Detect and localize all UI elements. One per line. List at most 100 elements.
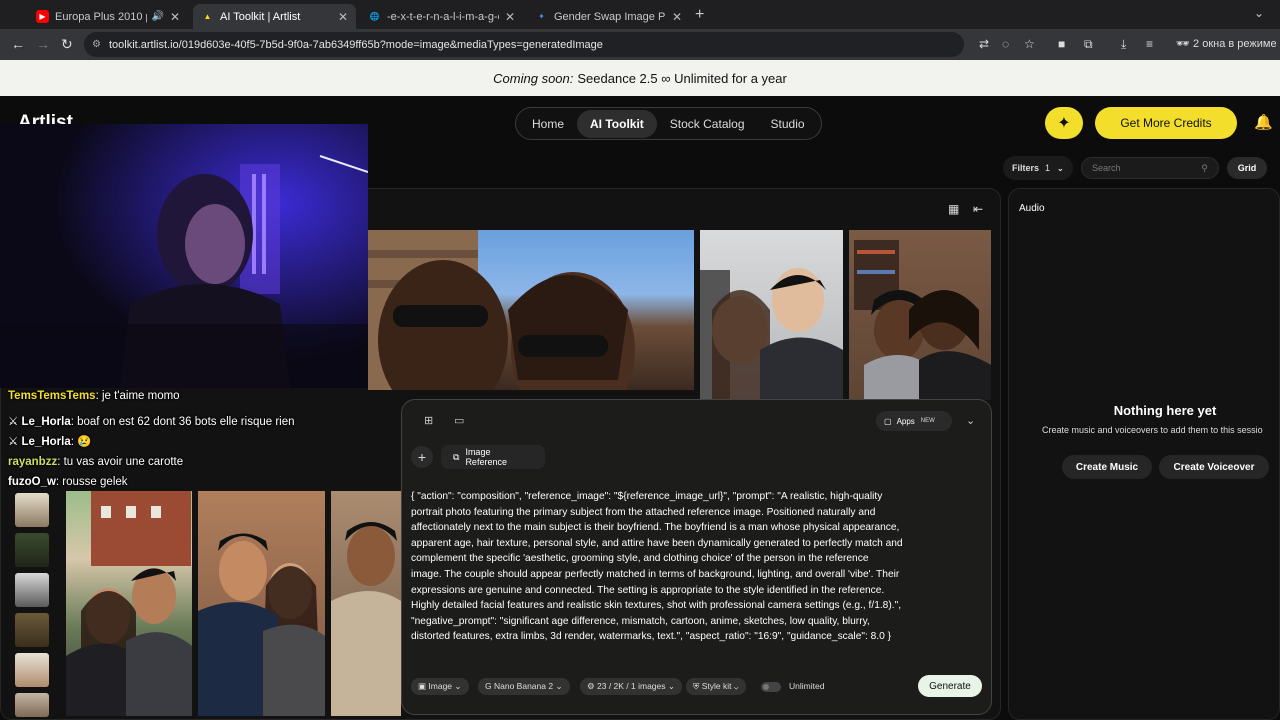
chat-user: TemsTemsTems — [8, 390, 96, 402]
generated-image-5[interactable] — [198, 491, 325, 716]
create-voiceover-button[interactable]: Create Voiceover — [1159, 455, 1269, 479]
reference-thumbnail[interactable] — [15, 573, 49, 607]
speaker-icon[interactable]: 🔊 — [151, 11, 163, 22]
incognito-windows[interactable]: 🕶 2 окна в режиме инко — [1176, 37, 1280, 50]
browser-tab-gender-swap[interactable]: ✦ Gender Swap Image Prompt - ✕ — [527, 4, 690, 29]
nav-studio[interactable]: Studio — [758, 110, 818, 138]
mod-badge-icon: ⚔ — [8, 416, 19, 428]
get-more-credits-button[interactable]: Get More Credits — [1095, 107, 1237, 139]
browser-tab-external-image[interactable]: 🌐 -e-x-t-e-r-n-a-l-i-m-a-g-e-t- ✕ — [360, 4, 523, 29]
create-music-button[interactable]: Create Music — [1062, 455, 1152, 479]
couple-photo-2 — [700, 268, 843, 400]
chevron-down-icon[interactable]: ⌄ — [966, 414, 975, 427]
unlimited-label: Unlimited — [789, 681, 825, 691]
browser-toolbar: ← → ↻ ⚙ toolkit.artlist.io/019d603e-40f5… — [0, 29, 1280, 60]
chat-message: TemsTemsTems: je t'aime momo — [8, 390, 180, 402]
tab-search-icon[interactable]: ⌄ — [1254, 6, 1264, 20]
close-icon[interactable]: ✕ — [338, 10, 348, 24]
chat-message: ⚔ Le_Horla: boaf on est 62 dont 36 bots … — [8, 414, 295, 428]
chevron-down-icon: ⌄ — [555, 680, 563, 691]
generated-image-2[interactable] — [700, 230, 843, 400]
artlist-icon: ▲ — [203, 12, 212, 21]
audio-panel — [1008, 188, 1280, 720]
search-icon: ⚲ — [1201, 162, 1208, 173]
generated-image-4[interactable] — [66, 491, 192, 716]
chevron-down-icon: ⌄ — [1057, 163, 1064, 173]
unlimited-toggle[interactable] — [761, 682, 781, 692]
tab-title: Gender Swap Image Prompt - — [554, 10, 666, 23]
style-kit-select[interactable]: ⛨ Style kit ⌄ — [686, 677, 746, 695]
tab-title: AI Toolkit | Artlist — [220, 10, 301, 23]
mode-select[interactable]: ▣ Image ⌄ — [411, 677, 469, 695]
grid-view-button[interactable]: Grid — [1227, 157, 1267, 179]
browser-tab-bar: ▶ Europa Plus 2010 playlist - 🔊 ✕ ▲ AI T… — [0, 0, 1280, 29]
generate-button[interactable]: Generate — [918, 675, 982, 697]
chevron-down-icon: ⌄ — [454, 680, 462, 691]
chat-bubble-icon[interactable]: ▭ — [454, 414, 464, 427]
reference-thumbnail[interactable] — [15, 533, 49, 567]
search-input[interactable]: Search ⚲ — [1081, 157, 1219, 179]
grid-icon[interactable]: ▦ — [948, 202, 959, 216]
browser-tab-youtube[interactable]: ▶ Europa Plus 2010 playlist - 🔊 ✕ — [28, 4, 188, 29]
chat-message: fuzoO_w: rousse gelek — [8, 476, 128, 488]
image-reference-button[interactable]: ⧉ Image Reference — [441, 445, 545, 469]
chat-user: fuzoO_w — [8, 476, 56, 488]
announcement-italic: Coming soon: — [493, 70, 574, 86]
nav-stock-catalog[interactable]: Stock Catalog — [657, 110, 758, 138]
prompt-line: image. The couple should appear perfectl… — [411, 568, 900, 580]
announcement-banner[interactable]: Coming soon: Seedance 2.5 ∞ Unlimited fo… — [0, 60, 1280, 96]
eye-off-icon[interactable]: ◌ — [1002, 37, 1009, 51]
chat-user: rayanbzz — [8, 456, 58, 468]
prompt-line: complement the specific 'aesthetic, groo… — [411, 553, 869, 565]
globe-icon: 🌐 — [369, 12, 380, 21]
couple-photo-6 — [331, 522, 401, 716]
reference-thumbnail[interactable] — [15, 653, 49, 687]
layout-icon[interactable]: ⊞ — [424, 414, 433, 427]
apps-icon: ▢ — [884, 416, 892, 426]
image-settings-select[interactable]: ⚙ 23 / 2K / 1 images ⌄ — [580, 677, 683, 695]
prompt-line: expressions are genuine and connected. T… — [411, 584, 885, 596]
generated-image-1[interactable] — [368, 230, 694, 390]
image-icon: ⧉ — [453, 451, 460, 462]
translate-icon[interactable]: ⇄ — [979, 37, 989, 51]
reference-thumbnail[interactable] — [15, 493, 49, 527]
reference-thumbnail[interactable] — [15, 613, 49, 647]
url-text: toolkit.artlist.io/019d603e-40f5-7b5d-9f… — [108, 38, 603, 51]
close-icon[interactable]: ✕ — [505, 10, 515, 24]
extension-icon[interactable]: ■ — [1058, 37, 1065, 51]
generated-image-3[interactable] — [849, 230, 991, 400]
bell-icon[interactable]: 🔔 — [1254, 113, 1273, 131]
couple-photo-1 — [368, 230, 635, 390]
back-icon[interactable]: ← — [11, 36, 25, 52]
main-nav: Home AI Toolkit Stock Catalog Studio — [515, 107, 822, 140]
reload-icon[interactable]: ↻ — [61, 36, 73, 53]
prompt-line: "negative_prompt": "significant age diff… — [411, 615, 870, 627]
mod-badge-icon: ⚔ — [8, 436, 19, 448]
puzzle-icon[interactable]: ⧉ — [1084, 37, 1093, 52]
collapse-panel-icon[interactable]: ⇤ — [973, 202, 983, 216]
reference-thumbnail[interactable] — [15, 693, 49, 717]
search-placeholder: Search — [1092, 163, 1121, 173]
nav-home[interactable]: Home — [519, 110, 577, 138]
address-bar[interactable]: ⚙ toolkit.artlist.io/019d603e-40f5-7b5d-… — [84, 32, 964, 57]
add-button[interactable]: + — [411, 446, 433, 468]
site-info-icon[interactable]: ⚙ — [92, 39, 101, 50]
model-select[interactable]: G Nano Banana 2 ⌄ — [478, 677, 570, 695]
new-tab-icon[interactable]: + — [695, 6, 704, 24]
nav-ai-toolkit[interactable]: AI Toolkit — [577, 109, 657, 138]
browser-tab-artlist[interactable]: ▲ AI Toolkit | Artlist ✕ — [193, 4, 356, 29]
couple-photo-5 — [198, 533, 325, 716]
close-icon[interactable]: ✕ — [170, 10, 180, 24]
generated-image-6[interactable] — [331, 491, 401, 716]
filters-button[interactable]: Filters 1 ⌄ — [1003, 156, 1073, 180]
prompt-textarea[interactable]: { "action": "composition", "reference_im… — [411, 489, 956, 645]
download-icon[interactable]: ⤓ — [1121, 37, 1126, 52]
forward-icon[interactable]: → — [36, 36, 50, 52]
close-icon[interactable]: ✕ — [672, 10, 682, 24]
chat-text: : 😢 — [70, 436, 92, 448]
sparkle-icon: ✦ — [1057, 115, 1071, 132]
reading-list-icon[interactable]: ≡ — [1146, 37, 1153, 51]
bookmark-star-icon[interactable]: ☆ — [1024, 37, 1035, 51]
apps-button[interactable]: ▢ Apps NEW — [876, 411, 952, 431]
sparkle-button[interactable]: ✦ — [1045, 107, 1083, 139]
